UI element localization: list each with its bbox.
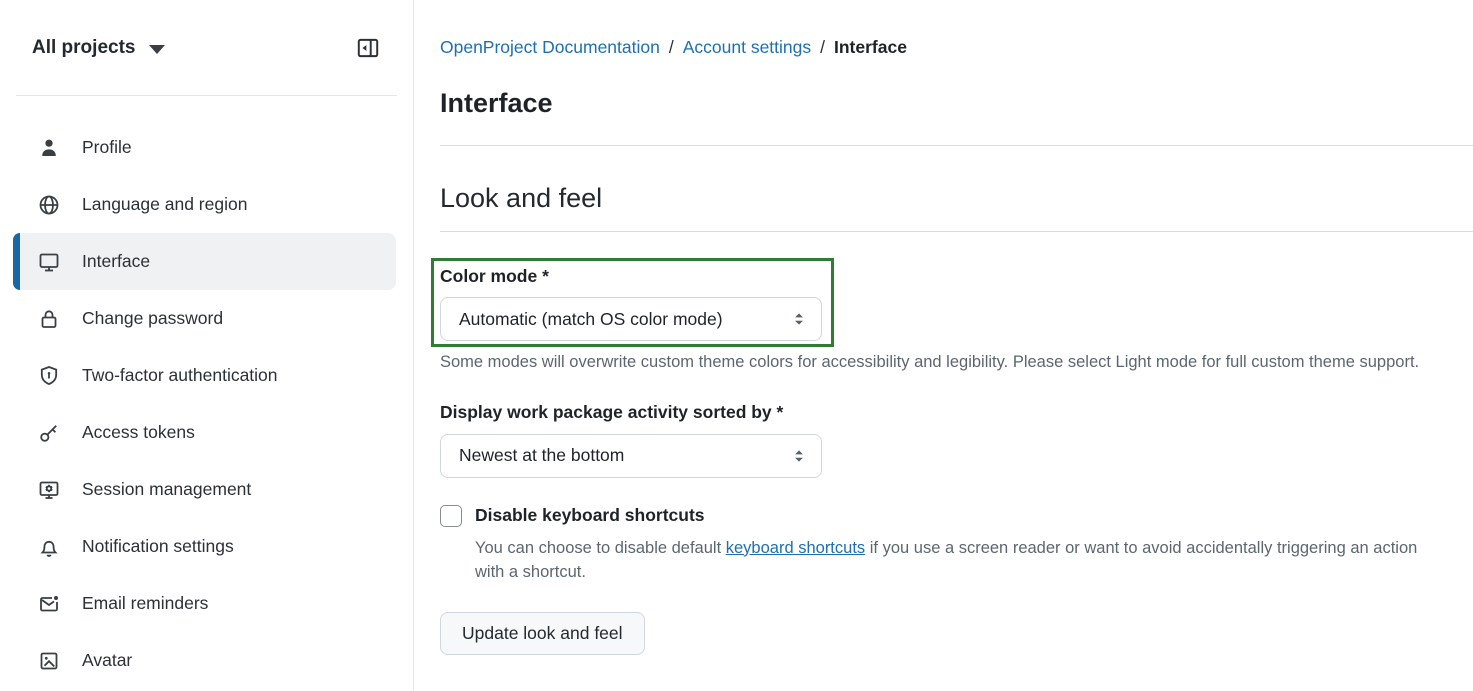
activity-sort-field: Display work package activity sorted by … (440, 402, 1437, 478)
sidebar-item-label: Email reminders (82, 593, 208, 614)
sidebar-item-change-password[interactable]: Change password (13, 290, 396, 347)
title-divider (440, 145, 1473, 146)
sidebar-item-access-tokens[interactable]: Access tokens (13, 404, 396, 461)
sidebar-item-label: Session management (82, 479, 251, 500)
activity-sort-label: Display work package activity sorted by … (440, 402, 1437, 423)
sidebar-item-interface[interactable]: Interface (13, 233, 396, 290)
account-settings-sidebar: All projects Profile (0, 0, 414, 691)
monitor-icon (36, 250, 62, 274)
sidebar-item-email-reminders[interactable]: Email reminders (13, 575, 396, 632)
color-mode-help-text: Some modes will overwrite custom theme c… (440, 350, 1437, 375)
section-divider (440, 231, 1473, 232)
project-selector[interactable]: All projects (32, 37, 165, 59)
chevron-down-icon (149, 45, 165, 54)
breadcrumb-separator: / (811, 37, 834, 57)
bell-icon (36, 535, 62, 559)
sidebar-item-language-and-region[interactable]: Language and region (13, 176, 396, 233)
disable-keyboard-shortcuts-row: Disable keyboard shortcuts (440, 505, 1437, 527)
activity-sort-value: Newest at the bottom (459, 445, 624, 466)
collapse-sidebar-button[interactable] (355, 35, 381, 61)
color-mode-highlight-box: Color mode * Automatic (match OS color m… (431, 258, 834, 347)
sidebar-item-two-factor-authentication[interactable]: Two-factor authentication (13, 347, 396, 404)
sidebar-item-label: Interface (82, 251, 150, 272)
select-arrows-icon (790, 447, 808, 465)
disable-keyboard-shortcuts-label: Disable keyboard shortcuts (475, 505, 705, 526)
mail-dot-icon (36, 592, 62, 616)
project-selector-label: All projects (32, 37, 135, 59)
sidebar-item-label: Notification settings (82, 536, 234, 557)
sidebar-header: All projects (0, 0, 413, 95)
sidebar-collapse-icon (355, 35, 381, 61)
main-content: OpenProject Documentation/Account settin… (414, 0, 1473, 691)
sidebar-item-label: Profile (82, 137, 132, 158)
color-mode-label: Color mode * (440, 266, 831, 287)
breadcrumb-link-openproject-documentation[interactable]: OpenProject Documentation (440, 37, 660, 57)
sidebar-item-profile[interactable]: Profile (13, 119, 396, 176)
keyboard-shortcuts-help-text: You can choose to disable default keyboa… (475, 536, 1437, 585)
sidebar-item-label: Two-factor authentication (82, 365, 278, 386)
section-heading: Look and feel (440, 182, 1437, 214)
sidebar-item-label: Language and region (82, 194, 247, 215)
activity-sort-select[interactable]: Newest at the bottom (440, 434, 822, 478)
key-icon (36, 421, 62, 445)
update-look-and-feel-button[interactable]: Update look and feel (440, 612, 645, 655)
image-icon (36, 649, 62, 673)
keyboard-shortcuts-link[interactable]: keyboard shortcuts (726, 539, 865, 557)
select-arrows-icon (790, 310, 808, 328)
breadcrumb-separator: / (660, 37, 683, 57)
lock-icon (36, 307, 62, 331)
help-text-before: You can choose to disable default (475, 539, 726, 557)
page-title: Interface (440, 87, 1437, 119)
sidebar-item-avatar[interactable]: Avatar (13, 632, 396, 689)
sidebar-nav: Profile Language and region Interfac (0, 96, 413, 689)
color-mode-value: Automatic (match OS color mode) (459, 309, 723, 330)
shield-icon (36, 364, 62, 388)
sidebar-item-label: Change password (82, 308, 223, 329)
sidebar-item-label: Avatar (82, 650, 132, 671)
color-mode-select[interactable]: Automatic (match OS color mode) (440, 297, 822, 341)
breadcrumb-current: Interface (834, 37, 907, 57)
sidebar-item-notification-settings[interactable]: Notification settings (13, 518, 396, 575)
disable-keyboard-shortcuts-checkbox[interactable] (440, 505, 462, 527)
globe-icon (36, 193, 62, 217)
sidebar-item-session-management[interactable]: Session management (13, 461, 396, 518)
sidebar-item-label: Access tokens (82, 422, 195, 443)
person-icon (36, 136, 62, 160)
breadcrumb: OpenProject Documentation/Account settin… (440, 35, 1437, 59)
monitor-gear-icon (36, 478, 62, 502)
breadcrumb-link-account-settings[interactable]: Account settings (683, 37, 811, 57)
